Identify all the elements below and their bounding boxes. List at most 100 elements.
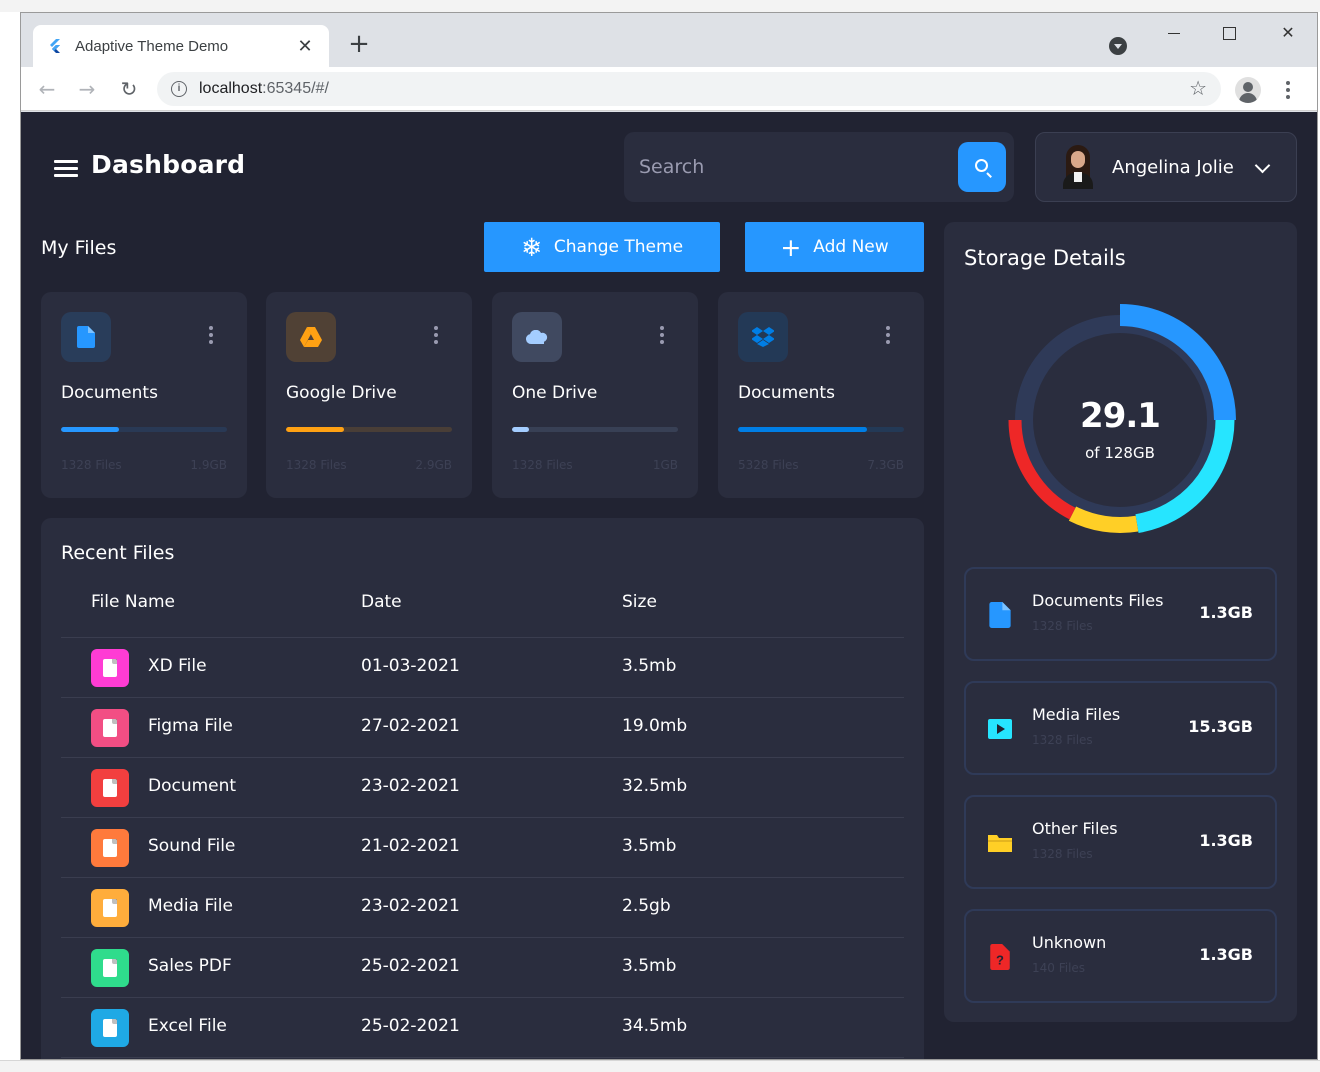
card-progress: [61, 427, 227, 432]
table-row[interactable]: Media File 23-02-2021 2.5gb: [61, 878, 904, 938]
storage-item-documents[interactable]: Documents Files 1328 Files 1.3GB: [964, 567, 1277, 661]
more-options-icon[interactable]: [883, 326, 893, 348]
url-bar[interactable]: i localhost:65345/#/ ☆: [157, 72, 1221, 106]
column-header-file-name[interactable]: File Name: [91, 592, 175, 612]
figma-file-icon: [91, 709, 129, 747]
card-size: 1GB: [652, 458, 678, 472]
file-size: 19.0mb: [622, 716, 688, 736]
storage-item-count: 1328 Files: [1032, 619, 1093, 633]
storage-item-media[interactable]: Media Files 1328 Files 15.3GB: [964, 681, 1277, 775]
table-row[interactable]: Sound File 21-02-2021 3.5mb: [61, 818, 904, 878]
chrome-profile-menu-icon[interactable]: [1109, 37, 1127, 55]
table-row[interactable]: Figma File 27-02-2021 19.0mb: [61, 698, 904, 758]
file-date: 21-02-2021: [361, 836, 460, 856]
card-title: One Drive: [512, 383, 598, 403]
storage-item-name: Media Files: [1032, 705, 1121, 724]
storage-item-count: 1328 Files: [1032, 733, 1093, 747]
card-file-count: 1328 Files: [61, 458, 122, 472]
file-date: 25-02-2021: [361, 956, 460, 976]
change-theme-label: Change Theme: [553, 237, 684, 257]
storage-donut-chart: 29.1 of 128GB: [994, 294, 1246, 546]
storage-item-other[interactable]: Other Files 1328 Files 1.3GB: [964, 795, 1277, 889]
new-tab-button[interactable]: +: [345, 31, 373, 59]
storage-details-panel: Storage Details 29.1 of 128GB Documents …: [944, 222, 1297, 1022]
media-file-icon: [91, 889, 129, 927]
unknown-file-icon: ?: [990, 944, 1010, 970]
table-header: File Name Date Size: [61, 578, 904, 638]
card-size: 1.9GB: [190, 458, 227, 472]
storage-item-count: 140 Files: [1032, 961, 1086, 975]
table-row[interactable]: Sales PDF 25-02-2021 3.5mb: [61, 938, 904, 998]
file-name: Excel File: [148, 1016, 227, 1036]
profile-name: Angelina Jolie: [1112, 156, 1234, 178]
column-header-size[interactable]: Size: [622, 592, 657, 612]
card-file-count: 1328 Files: [286, 458, 347, 472]
chevron-down-icon[interactable]: [1254, 157, 1271, 174]
search-button[interactable]: [958, 142, 1006, 192]
card-title: Google Drive: [286, 383, 397, 403]
add-new-button[interactable]: + Add New: [745, 222, 924, 272]
card-progress: [738, 427, 904, 432]
storage-cards: Documents 1328 Files 1.9GB Google Drive …: [41, 292, 924, 498]
document-icon: [61, 312, 111, 362]
storage-item-size: 1.3GB: [1199, 831, 1253, 850]
reload-icon[interactable]: ↻: [117, 77, 141, 101]
change-theme-button[interactable]: ❄ Change Theme: [484, 222, 720, 272]
file-name: Sales PDF: [148, 956, 232, 976]
app-viewport: Dashboard Angelina Jolie My Files ❄ Chan…: [21, 112, 1317, 1059]
browser-window: Adaptive Theme Demo ✕ + ✕ ← → ↻ i localh…: [20, 12, 1318, 1060]
column-header-date[interactable]: Date: [361, 592, 402, 612]
more-options-icon[interactable]: [657, 326, 667, 348]
minimize-icon: [1168, 33, 1180, 34]
more-options-icon[interactable]: [206, 326, 216, 348]
file-card-dropbox[interactable]: Documents 5328 Files 7.3GB: [718, 292, 924, 498]
back-icon[interactable]: ←: [35, 77, 59, 101]
browser-tab[interactable]: Adaptive Theme Demo ✕: [33, 25, 329, 67]
card-title: Documents: [61, 383, 158, 403]
search-input[interactable]: [624, 132, 954, 202]
storage-item-size: 15.3GB: [1188, 717, 1253, 736]
card-file-count: 1328 Files: [512, 458, 573, 472]
storage-item-size: 1.3GB: [1199, 603, 1253, 622]
snowflake-icon: ❄: [520, 232, 542, 262]
tab-close-icon[interactable]: ✕: [295, 36, 315, 57]
maximize-button[interactable]: [1207, 23, 1253, 45]
address-bar: ← → ↻ i localhost:65345/#/ ☆: [21, 67, 1317, 111]
header: Dashboard Angelina Jolie: [21, 112, 1317, 222]
file-card-one-drive[interactable]: One Drive 1328 Files 1GB: [492, 292, 698, 498]
card-size: 7.3GB: [867, 458, 904, 472]
plus-icon: +: [780, 232, 802, 262]
table-row[interactable]: Excel File 25-02-2021 34.5mb: [61, 998, 904, 1058]
close-window-button[interactable]: ✕: [1265, 23, 1311, 45]
table-row[interactable]: XD File 01-03-2021 3.5mb: [61, 638, 904, 698]
card-file-count: 5328 Files: [738, 458, 799, 472]
storage-item-count: 1328 Files: [1032, 847, 1093, 861]
add-new-label: Add New: [813, 237, 889, 257]
chrome-account-icon[interactable]: [1235, 77, 1261, 103]
storage-total-label: of 128GB: [1085, 444, 1155, 462]
table-row[interactable]: Document 23-02-2021 32.5mb: [61, 758, 904, 818]
minimize-button[interactable]: [1151, 23, 1197, 45]
folder-icon: [988, 835, 1012, 852]
storage-item-unknown[interactable]: ? Unknown 140 Files 1.3GB: [964, 909, 1277, 1003]
tab-strip: Adaptive Theme Demo ✕ + ✕: [21, 13, 1317, 67]
forward-icon[interactable]: →: [75, 77, 99, 101]
file-card-google-drive[interactable]: Google Drive 1328 Files 2.9GB: [266, 292, 472, 498]
more-options-icon[interactable]: [431, 326, 441, 348]
recent-files-panel: Recent Files File Name Date Size XD File…: [41, 518, 924, 1059]
card-title: Documents: [738, 383, 835, 403]
tab-title: Adaptive Theme Demo: [75, 37, 229, 55]
chrome-menu-icon[interactable]: [1283, 79, 1293, 101]
hamburger-menu-icon[interactable]: [54, 160, 78, 177]
page-title: Dashboard: [91, 150, 246, 179]
document-icon: [989, 602, 1011, 628]
file-card-documents[interactable]: Documents 1328 Files 1.9GB: [41, 292, 247, 498]
file-date: 23-02-2021: [361, 776, 460, 796]
file-size: 3.5mb: [622, 956, 677, 976]
file-name: Figma File: [148, 716, 233, 736]
bookmark-star-icon[interactable]: ☆: [1189, 76, 1207, 100]
profile-card[interactable]: Angelina Jolie: [1035, 132, 1297, 202]
flutter-icon: [50, 39, 60, 53]
site-info-icon[interactable]: i: [171, 81, 187, 97]
dropbox-icon: [738, 312, 788, 362]
